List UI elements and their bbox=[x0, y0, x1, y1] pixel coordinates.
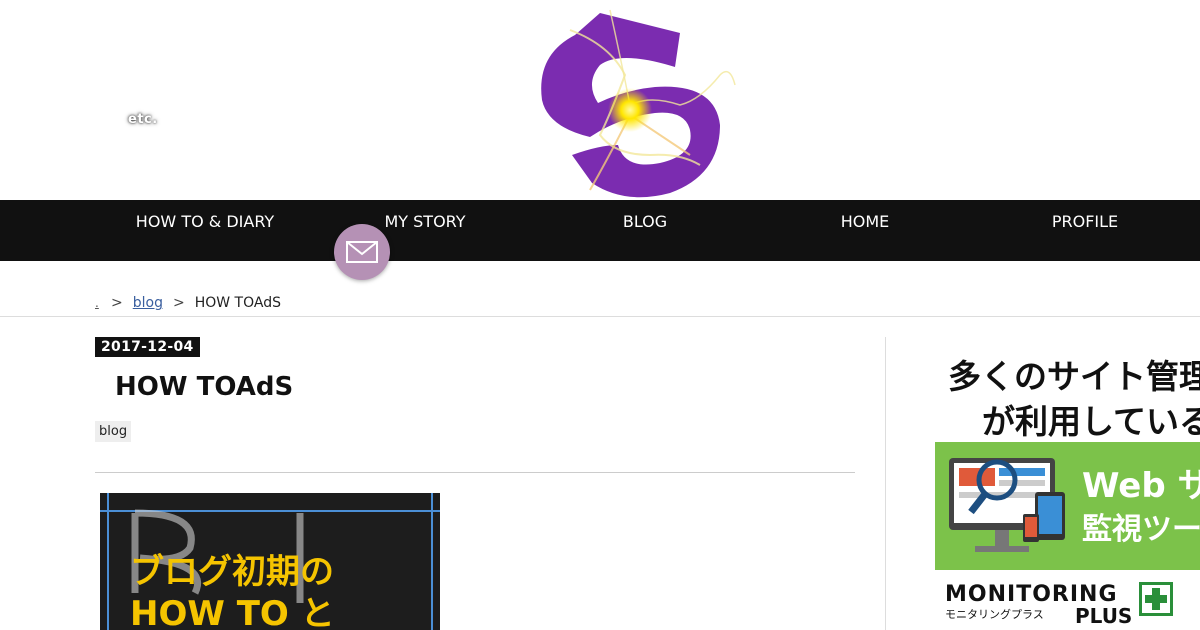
breadcrumb-separator: > bbox=[111, 295, 123, 311]
monitor-illustration-icon bbox=[949, 458, 1065, 552]
ad-brand-plus: PLUS bbox=[1075, 604, 1133, 628]
site-header: etc. bbox=[0, 0, 1200, 200]
ad-headline-line2: が利用している bbox=[982, 402, 1200, 441]
breadcrumb-separator: > bbox=[172, 295, 185, 311]
sidebar-ad[interactable]: 多くのサイト管理 が利用している Web サ 監視ツー MONITORING モ… bbox=[935, 340, 1200, 630]
ad-banner: Web サ 監視ツー bbox=[935, 442, 1200, 570]
contact-mail-button[interactable] bbox=[334, 224, 390, 280]
breadcrumb: . > blog > HOW TOAdS bbox=[95, 295, 281, 311]
etc-label: etc. bbox=[128, 112, 158, 127]
ad-banner-line2: 監視ツー bbox=[1082, 512, 1200, 547]
ad-headline-line1: 多くのサイト管理 bbox=[948, 357, 1200, 396]
divider bbox=[0, 316, 1200, 317]
post-title: HOW TOAdS bbox=[115, 372, 294, 402]
post-thumbnail[interactable]: ブログ初期の HOW TO と bbox=[100, 493, 440, 630]
plus-cross-icon bbox=[1139, 582, 1173, 616]
breadcrumb-category-link[interactable]: blog bbox=[133, 295, 163, 311]
site-logo-icon[interactable] bbox=[530, 5, 740, 200]
chalkboard-image: ブログ初期の HOW TO と bbox=[100, 493, 440, 630]
post-category-tag[interactable]: blog bbox=[95, 421, 132, 442]
breadcrumb-current: HOW TOAdS bbox=[194, 295, 281, 311]
post-date: 2017-12-04 bbox=[95, 337, 200, 357]
post-image-text-line1: ブログ初期の bbox=[130, 552, 334, 592]
breadcrumb-home-link[interactable]: . bbox=[95, 296, 101, 310]
ad-brand-subtitle: モニタリングプラス bbox=[945, 608, 1044, 621]
nav-item-home[interactable]: HOME bbox=[755, 212, 975, 231]
nav-item-blog[interactable]: BLOG bbox=[535, 212, 755, 231]
nav-item-how-to-diary[interactable]: HOW TO & DIARY bbox=[95, 212, 315, 231]
nav-item-profile[interactable]: PROFILE bbox=[975, 212, 1195, 231]
divider bbox=[95, 472, 855, 473]
ad-banner-line1: Web サ bbox=[1082, 466, 1200, 506]
envelope-icon bbox=[346, 241, 378, 263]
post-image-text-line2: HOW TO と bbox=[130, 594, 335, 630]
sidebar-divider bbox=[885, 337, 886, 630]
main-nav: HOW TO & DIARY MY STORY BLOG HOME PROFIL… bbox=[0, 200, 1200, 261]
